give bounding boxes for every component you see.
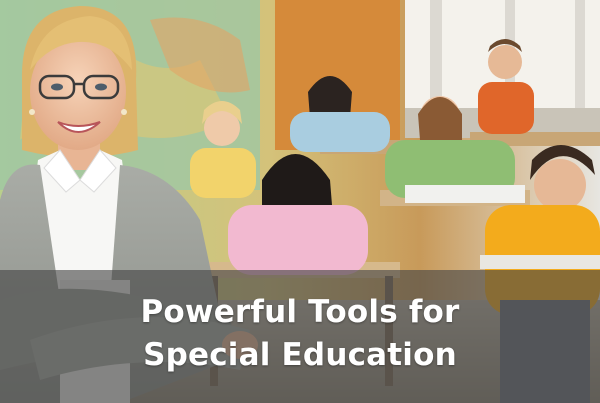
hero-banner: Powerful Tools for Special Education: [0, 0, 600, 403]
headline-line-1: Powerful Tools for: [140, 294, 460, 330]
headline-line-2: Special Education: [143, 337, 457, 373]
hero-headline: Powerful Tools for Special Education: [100, 291, 500, 377]
